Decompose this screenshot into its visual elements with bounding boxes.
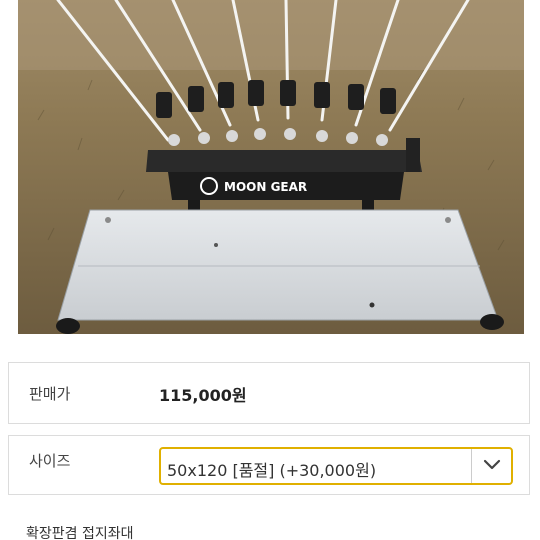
section-title: 확장판겸 접지좌대 <box>26 526 134 540</box>
price-value: 115,000원 <box>159 386 247 405</box>
size-select-value: 50x120 [품절] (+30,000원) <box>167 461 377 480</box>
product-page: MOON GEAR 판매가 115,000원 사이즈 50x120 [품절] (… <box>0 0 540 540</box>
size-option-row: 사이즈 50x120 [품절] (+30,000원) <box>8 435 530 495</box>
select-divider <box>471 449 472 483</box>
price-label: 판매가 <box>29 385 71 403</box>
size-select[interactable]: 50x120 [품절] (+30,000원) <box>159 447 513 485</box>
price-row: 판매가 115,000원 <box>8 362 530 424</box>
size-label: 사이즈 <box>29 452 71 470</box>
svg-text:MOON GEAR: MOON GEAR <box>224 180 307 194</box>
chevron-down-icon[interactable] <box>483 458 501 472</box>
product-image: MOON GEAR <box>18 0 524 334</box>
